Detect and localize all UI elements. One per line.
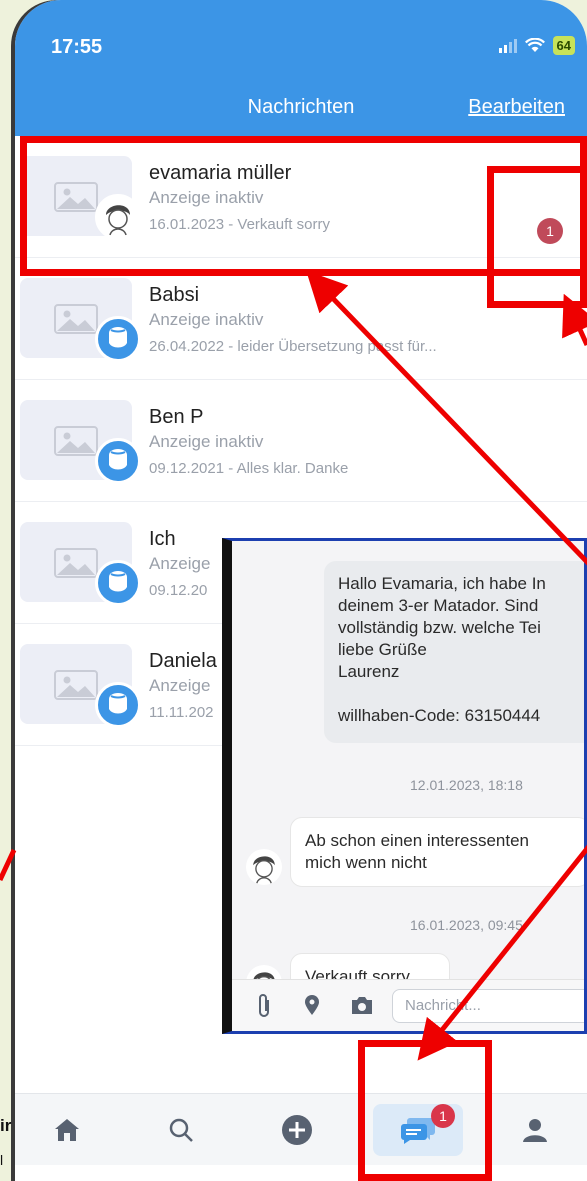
image-placeholder-icon <box>54 548 98 578</box>
outgoing-message: Hallo Evamaria, ich habe In deinem 3-er … <box>324 561 584 743</box>
image-placeholder-icon <box>54 426 98 456</box>
status-time: 17:55 <box>51 36 103 58</box>
message-composer: Nachricht... <box>232 979 584 1031</box>
chat-preview-inset: Hallo Evamaria, ich habe In deinem 3-er … <box>222 538 587 1034</box>
tab-search[interactable] <box>151 1104 211 1156</box>
annotation-box-unread <box>487 166 587 308</box>
image-placeholder-icon <box>54 670 98 700</box>
location-pin-icon[interactable] <box>304 994 320 1016</box>
last-message-preview: 09.12.20 <box>149 582 208 599</box>
annotation-box-messages-tab <box>358 1040 492 1181</box>
conversation-row[interactable]: Ben P Anzeige inaktiv 09.12.2021 - Alles… <box>15 380 587 502</box>
cropped-text: ir <box>0 1116 12 1135</box>
listing-status: Anzeige <box>149 554 211 573</box>
contact-avatar <box>246 849 282 885</box>
listing-status: Anzeige <box>149 676 211 695</box>
attachment-icon[interactable] <box>256 993 272 1019</box>
search-icon <box>169 1118 193 1142</box>
listing-status: Anzeige inaktiv <box>149 310 264 329</box>
camera-icon[interactable] <box>350 995 374 1015</box>
default-avatar-icon <box>95 560 141 606</box>
signal-icon <box>498 38 517 53</box>
home-icon <box>55 1119 79 1141</box>
conversation-name: Babsi <box>149 284 200 306</box>
tab-profile[interactable] <box>505 1104 565 1156</box>
tab-add-listing[interactable] <box>267 1104 327 1156</box>
listing-status: Anzeige inaktiv <box>149 432 264 451</box>
tab-home[interactable] <box>37 1104 97 1156</box>
default-avatar-icon <box>95 682 141 728</box>
last-message-preview: 09.12.2021 - Alles klar. Danke <box>149 460 349 477</box>
cropped-text: l <box>0 1152 4 1168</box>
annotation-arrow <box>0 848 17 882</box>
message-timestamp: 12.01.2023, 18:18 <box>410 777 523 793</box>
default-avatar-icon <box>95 316 141 362</box>
conversation-name: Ich <box>149 528 176 550</box>
conversation-name: Ben P <box>149 406 204 428</box>
status-indicators: 64 <box>498 36 575 55</box>
default-avatar-icon <box>95 438 141 484</box>
wifi-icon <box>524 38 545 52</box>
image-placeholder-icon <box>54 304 98 334</box>
last-message-preview: 11.11.202 <box>149 704 214 721</box>
incoming-message: Ab schon einen interessenten mich wenn n… <box>290 817 584 887</box>
edit-button[interactable]: Bearbeiten <box>468 96 565 119</box>
last-message-preview: 26.04.2022 - leider Übersetzung passt fü… <box>149 338 437 355</box>
bottom-tab-bar: 1 <box>15 1093 587 1165</box>
message-input[interactable]: Nachricht... <box>392 989 584 1023</box>
plus-circle-icon <box>282 1115 312 1145</box>
conversation-name: Daniela <box>149 650 217 672</box>
person-icon <box>523 1119 547 1142</box>
battery-indicator: 64 <box>552 36 575 55</box>
message-timestamp: 16.01.2023, 09:45 <box>410 917 523 933</box>
app-header: 17:55 64 Nachrichten Bearbeiten <box>15 0 587 136</box>
